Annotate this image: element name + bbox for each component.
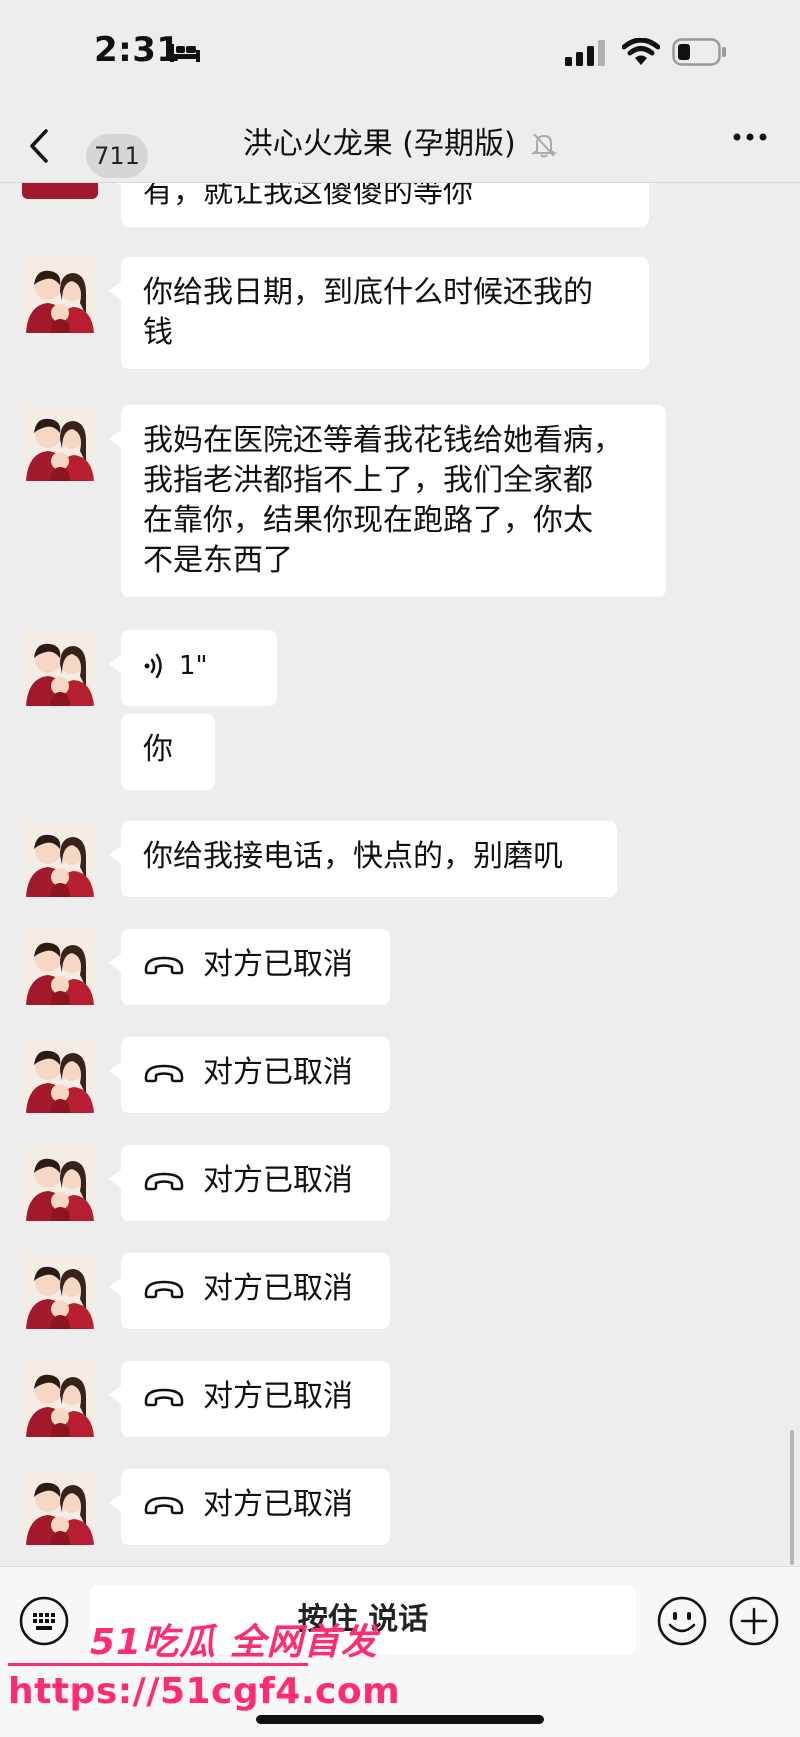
- phone-hangup-icon: [144, 1388, 184, 1407]
- avatar[interactable]: [22, 630, 98, 706]
- message-bubble[interactable]: 你给我日期，到底什么时候还我的 钱: [109, 257, 649, 369]
- message-text: 有，就让我这傻傻的等你: [143, 183, 473, 210]
- call-status-text: 对方已取消: [203, 1163, 353, 1198]
- avatar[interactable]: [22, 1145, 98, 1221]
- call-status-text: 对方已取消: [203, 947, 353, 982]
- avatar[interactable]: [22, 929, 98, 1005]
- phone-hangup-icon: [144, 956, 184, 975]
- call-record-bubble[interactable]: 对方已取消: [109, 1361, 390, 1437]
- phone-hangup-icon: [144, 1172, 184, 1191]
- call-record-bubble[interactable]: 对方已取消: [109, 1469, 390, 1545]
- call-status-text: 对方已取消: [203, 1055, 353, 1090]
- input-bar: 按住 说话 51吃瓜 全网首发 https://51cgf4.com: [0, 1566, 800, 1737]
- chat-title: 洪心火龙果 (孕期版): [0, 122, 800, 167]
- voice-wave-icon: [144, 653, 162, 679]
- avatar[interactable]: [22, 1253, 98, 1329]
- home-indicator: [256, 1715, 544, 1724]
- keyboard-icon[interactable]: [18, 1595, 70, 1647]
- phone-hangup-icon: [144, 1064, 184, 1083]
- message-text-line: 不是东西了: [143, 543, 293, 578]
- message-text-line: 钱: [143, 315, 173, 350]
- message-text: 你: [143, 732, 173, 767]
- message-text: 你给我接电话，快点的，别磨叽: [143, 839, 563, 874]
- message-text-line: 你给我日期，到底什么时候还我的: [143, 275, 593, 310]
- add-more-icon[interactable]: [728, 1595, 780, 1647]
- battery-icon: [672, 38, 726, 66]
- call-record-bubble[interactable]: 对方已取消: [109, 1145, 390, 1221]
- call-status-text: 对方已取消: [203, 1487, 353, 1522]
- message-bubble[interactable]: 你给我接电话，快点的，别磨叽: [109, 821, 617, 897]
- call-record-bubble[interactable]: 对方已取消: [109, 1253, 390, 1329]
- call-record-bubble[interactable]: 对方已取消: [109, 1037, 390, 1113]
- chat-header: 711 洪心火龙果 (孕期版): [0, 110, 800, 183]
- avatar[interactable]: [22, 1469, 98, 1545]
- voice-duration: 1": [179, 651, 208, 681]
- message-text-line: 我指老洪都指不上了，我们全家都: [143, 463, 593, 498]
- voice-message-bubble[interactable]: 1": [109, 630, 277, 706]
- message-bubble[interactable]: 我妈在医院还等着我花钱给她看病， 我指老洪都指不上了，我们全家都 在靠你，结果你…: [109, 405, 666, 597]
- scrollbar[interactable]: [790, 1430, 794, 1565]
- avatar[interactable]: [22, 183, 98, 199]
- more-options-icon[interactable]: [732, 132, 768, 142]
- call-record-bubble[interactable]: 对方已取消: [109, 929, 390, 1005]
- message-bubble[interactable]: 有，就让我这傻傻的等你: [109, 183, 649, 227]
- watermark-title: 51吃瓜 全网首发: [90, 1622, 378, 1663]
- avatar[interactable]: [22, 257, 98, 333]
- avatar[interactable]: [22, 821, 98, 897]
- watermark-divider: [8, 1663, 308, 1666]
- phone-hangup-icon: [144, 1496, 184, 1515]
- avatar[interactable]: [22, 405, 98, 481]
- watermark-url: https://51cgf4.com: [8, 1671, 401, 1712]
- avatar[interactable]: [22, 1361, 98, 1437]
- call-status-text: 对方已取消: [203, 1271, 353, 1306]
- chat-title-text: 洪心火龙果 (孕期版): [242, 126, 516, 162]
- message-text-line: 我妈在医院还等着我花钱给她看病，: [143, 423, 623, 458]
- status-bar: 2:31: [0, 0, 800, 110]
- avatar[interactable]: [22, 1037, 98, 1113]
- message-text-line: 在靠你，结果你现在跑路了，你太: [143, 503, 593, 538]
- emoji-icon[interactable]: [656, 1595, 708, 1647]
- muted-bell-icon: [531, 132, 558, 157]
- phone-hangup-icon: [144, 1280, 184, 1299]
- call-status-text: 对方已取消: [203, 1379, 353, 1414]
- message-bubble[interactable]: 你: [121, 714, 215, 790]
- cellular-signal-icon: [565, 40, 605, 66]
- wifi-icon: [622, 38, 660, 65]
- message-list[interactable]: 有，就让我这傻傻的等你 你给我日期，到底什么时候还我的 钱 我妈在医院还等着我花…: [0, 183, 800, 1565]
- sleep-focus-icon: [170, 44, 200, 62]
